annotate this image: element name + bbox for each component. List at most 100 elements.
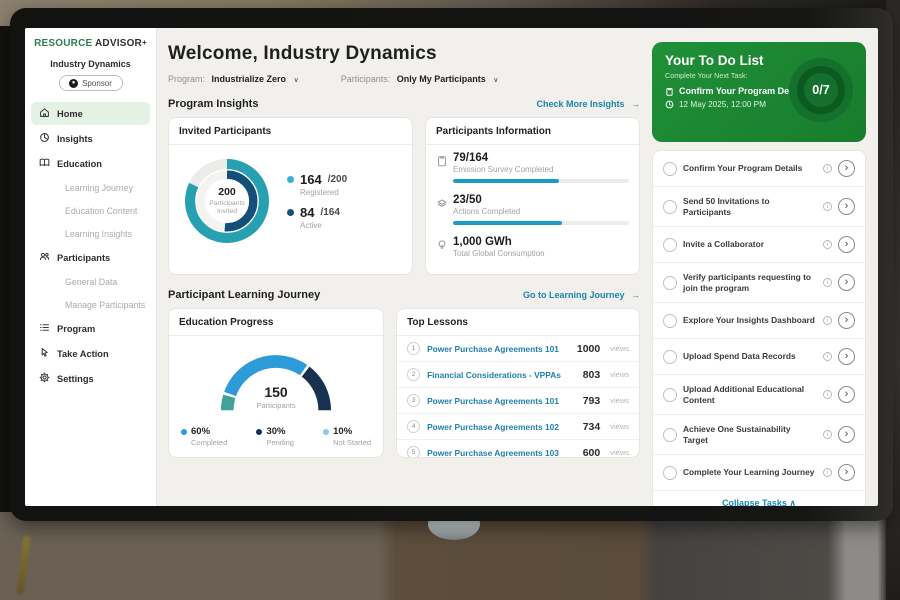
info-icon: i: [823, 316, 832, 325]
top-lessons-title: Top Lessons: [397, 309, 639, 336]
legend-value: 84: [300, 205, 314, 220]
todo-task-row[interactable]: Upload Additional Educational Content i …: [653, 375, 865, 415]
sidebar-nav-item[interactable]: Settings: [31, 367, 150, 390]
sidebar-nav-item[interactable]: Insights: [31, 127, 150, 150]
task-checkbox[interactable]: [663, 350, 677, 364]
sidebar-nav-item[interactable]: Participants: [31, 246, 150, 269]
participants-filter-label: Participants:: [341, 74, 391, 84]
lesson-link[interactable]: Power Purchase Agreements 101: [427, 344, 570, 354]
program-insights-header: Program Insights Check More Insights →: [168, 98, 640, 110]
task-checkbox[interactable]: [663, 238, 677, 252]
participants-filter-value: Only My Participants: [397, 74, 486, 84]
task-checkbox[interactable]: [663, 276, 677, 290]
top-lessons-card: Top Lessons 1 Power Purchase Agreements …: [396, 308, 640, 458]
lesson-views-word: views: [610, 448, 629, 457]
todo-task-row[interactable]: Verify participants requesting to join t…: [653, 263, 865, 303]
task-checkbox[interactable]: [663, 466, 677, 480]
sidebar-nav-item[interactable]: Learning Insights: [31, 223, 150, 244]
page-title: Welcome, Industry Dynamics: [168, 43, 640, 65]
sidebar-nav-item[interactable]: Home: [31, 102, 150, 125]
metric-value: 79/164: [453, 152, 629, 164]
chevron-right-icon[interactable]: ›: [838, 160, 855, 177]
task-checkbox[interactable]: [663, 428, 677, 442]
lesson-row[interactable]: 5 Power Purchase Agreements 103 600 view…: [397, 439, 639, 458]
todo-task-row[interactable]: Confirm Your Program Details i ›: [653, 151, 865, 187]
legend-dot: [287, 176, 294, 183]
todo-task-row[interactable]: Upload Spend Data Records i ›: [653, 339, 865, 375]
task-checkbox[interactable]: [663, 200, 677, 214]
donut-legend: 164/200 Registered 84/164 Active: [287, 164, 347, 238]
todo-task-row[interactable]: Send 50 Invitations to Participants i ›: [653, 187, 865, 227]
participants-information-card: Participants Information 79/164 Emission…: [425, 117, 640, 275]
sidebar-nav-item[interactable]: Education Content: [31, 200, 150, 221]
lesson-rank-badge: 3: [407, 394, 420, 407]
lesson-rank-badge: 2: [407, 368, 420, 381]
check-more-insights-link[interactable]: Check More Insights →: [536, 99, 640, 109]
task-checkbox[interactable]: [663, 162, 677, 176]
chevron-right-icon[interactable]: ›: [838, 198, 855, 215]
sidebar-nav-item[interactable]: Program: [31, 317, 150, 340]
lesson-row[interactable]: 3 Power Purchase Agreements 101 793 view…: [397, 387, 639, 413]
sidebar-nav-item[interactable]: Take Action: [31, 342, 150, 365]
lesson-row[interactable]: 4 Power Purchase Agreements 102 734 view…: [397, 413, 639, 439]
chevron-right-icon[interactable]: ›: [838, 274, 855, 291]
todo-task-row[interactable]: Invite a Collaborator i ›: [653, 227, 865, 263]
learning-journey-header: Participant Learning Journey Go to Learn…: [168, 289, 640, 301]
arrow-right-icon: →: [631, 99, 640, 109]
todo-tasks-list: Confirm Your Program Details i › Send 50…: [653, 151, 865, 491]
todo-task-row[interactable]: Achieve One Sustainability Target i ›: [653, 415, 865, 455]
participants-information-title: Participants Information: [426, 118, 639, 145]
sidebar-nav-item[interactable]: Learning Journey: [31, 177, 150, 198]
invited-participants-card: Invited Participants 200 Participants In…: [168, 117, 413, 275]
sidebar-nav-label: Learning Journey: [65, 183, 133, 193]
metric-value: 1,000 GWh: [453, 236, 629, 248]
todo-task-row[interactable]: Explore Your Insights Dashboard i ›: [653, 303, 865, 339]
todo-next-task-label: Confirm Your Program Details: [679, 86, 807, 96]
legend-label: Not Started: [333, 438, 371, 447]
program-filter[interactable]: Program: Industrialize Zero ∨: [168, 74, 299, 84]
chevron-right-icon[interactable]: ›: [838, 348, 855, 365]
sidebar-nav-label: General Data: [65, 277, 117, 287]
education-progress-card: Education Progress 150 Participants: [168, 308, 384, 458]
sidebar-nav-label: Manage Participants: [65, 300, 145, 310]
program-filter-value: Industrialize Zero: [212, 74, 287, 84]
gauge-legend-item: 60% Completed: [181, 426, 227, 447]
task-checkbox[interactable]: [663, 314, 677, 328]
sidebar-nav-item[interactable]: General Data: [31, 271, 150, 292]
participants-filter[interactable]: Participants: Only My Participants ∨: [341, 74, 499, 84]
chevron-right-icon[interactable]: ›: [838, 236, 855, 253]
chevron-right-icon[interactable]: ›: [838, 426, 855, 443]
metric-label: Emission Survey Completed: [453, 165, 629, 174]
insights-cards-row: Invited Participants 200 Participants In…: [168, 117, 640, 275]
progress-bar: [453, 221, 629, 225]
legend-label: Completed: [191, 438, 227, 447]
sidebar-nav-item[interactable]: Education: [31, 152, 150, 175]
todo-task-row[interactable]: Complete Your Learning Journey i ›: [653, 455, 865, 491]
lesson-views-word: views: [610, 344, 629, 353]
metric-label: Actions Completed: [453, 207, 629, 216]
go-to-learning-journey-link[interactable]: Go to Learning Journey →: [523, 290, 640, 300]
chevron-right-icon[interactable]: ›: [838, 312, 855, 329]
lesson-link[interactable]: Financial Considerations - VPPAs: [427, 370, 576, 380]
lesson-link[interactable]: Power Purchase Agreements 103: [427, 448, 576, 458]
filter-bar: Program: Industrialize Zero ∨ Participan…: [168, 74, 640, 84]
lesson-link[interactable]: Power Purchase Agreements 101: [427, 396, 576, 406]
info-icon: i: [823, 202, 832, 211]
task-label: Confirm Your Program Details: [683, 163, 817, 174]
chevron-right-icon[interactable]: ›: [838, 386, 855, 403]
sponsor-icon: ●: [69, 79, 78, 88]
lesson-row[interactable]: 2 Financial Considerations - VPPAs 803 v…: [397, 361, 639, 387]
collapse-tasks-link[interactable]: Collapse Tasks ∧: [653, 491, 865, 506]
lesson-link[interactable]: Power Purchase Agreements 102: [427, 422, 576, 432]
lesson-row[interactable]: 1 Power Purchase Agreements 101 1000 vie…: [397, 336, 639, 361]
task-checkbox[interactable]: [663, 388, 677, 402]
gauge-legend-item: 30% Pending: [256, 426, 294, 447]
task-label: Verify participants requesting to join t…: [683, 272, 817, 293]
sidebar: RESOURCE ADVISOR+ Industry Dynamics ● Sp…: [25, 28, 157, 506]
sidebar-nav-label: Take Action: [57, 349, 109, 359]
sidebar-nav-item[interactable]: Manage Participants: [31, 294, 150, 315]
dashboard-screen: RESOURCE ADVISOR+ Industry Dynamics ● Sp…: [25, 28, 878, 506]
chevron-down-icon: ∨: [493, 77, 498, 84]
legend-label: Pending: [266, 438, 294, 447]
chevron-right-icon[interactable]: ›: [838, 464, 855, 481]
